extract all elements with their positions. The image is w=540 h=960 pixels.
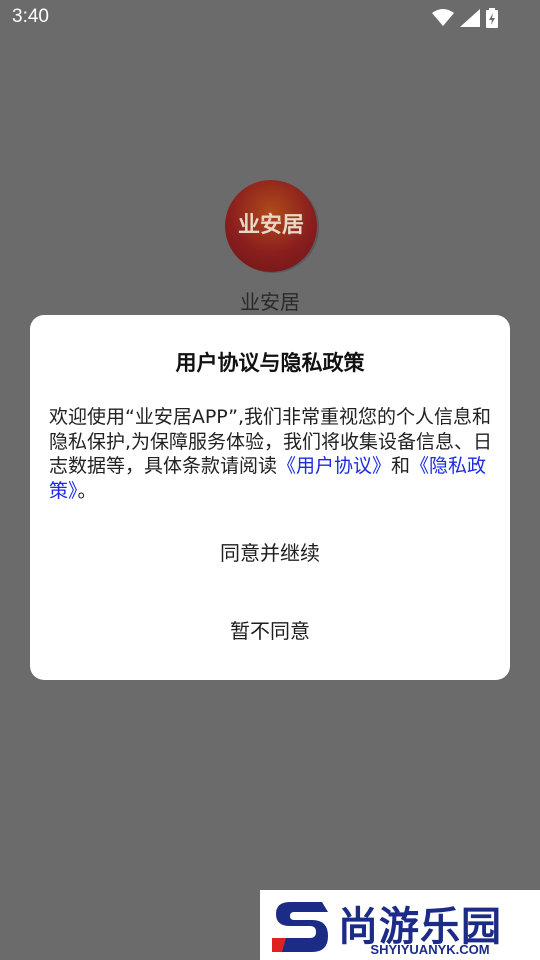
dialog-title: 用户协议与隐私政策	[175, 351, 365, 375]
watermark-logo-icon	[272, 902, 328, 952]
user-agreement-link[interactable]: 《用户协议》	[277, 455, 391, 477]
battery-charging-icon	[486, 8, 498, 28]
wifi-icon	[432, 9, 454, 26]
screen: 3:40 业安居 业安居 用户协议与隐私政策 欢迎使用“业安居APP”,我们非常…	[0, 0, 540, 960]
privacy-dialog: 用户协议与隐私政策 欢迎使用“业安居APP”,我们非常重视您的个人信息和隐私保护…	[30, 315, 510, 680]
status-bar: 3:40	[0, 0, 540, 36]
agree-continue-button[interactable]: 同意并继续	[30, 537, 510, 566]
watermark-domain: SHYIYUANYK.COM	[370, 942, 490, 957]
signal-icon	[460, 9, 480, 27]
decline-button[interactable]: 暂不同意	[30, 615, 510, 644]
status-icons	[432, 8, 498, 28]
app-name: 业安居	[240, 290, 300, 314]
app-logo: 业安居	[225, 180, 317, 272]
conjunction-text: 和	[391, 455, 411, 477]
dialog-body: 欢迎使用“业安居APP”,我们非常重视您的个人信息和隐私保护,为保障服务体验，我…	[49, 405, 495, 503]
status-time: 3:40	[12, 6, 49, 27]
app-logo-text: 业安居	[237, 213, 304, 238]
period-text: 。	[77, 479, 97, 502]
watermark: 尚游乐园 SHYIYUANYK.COM	[260, 890, 540, 960]
